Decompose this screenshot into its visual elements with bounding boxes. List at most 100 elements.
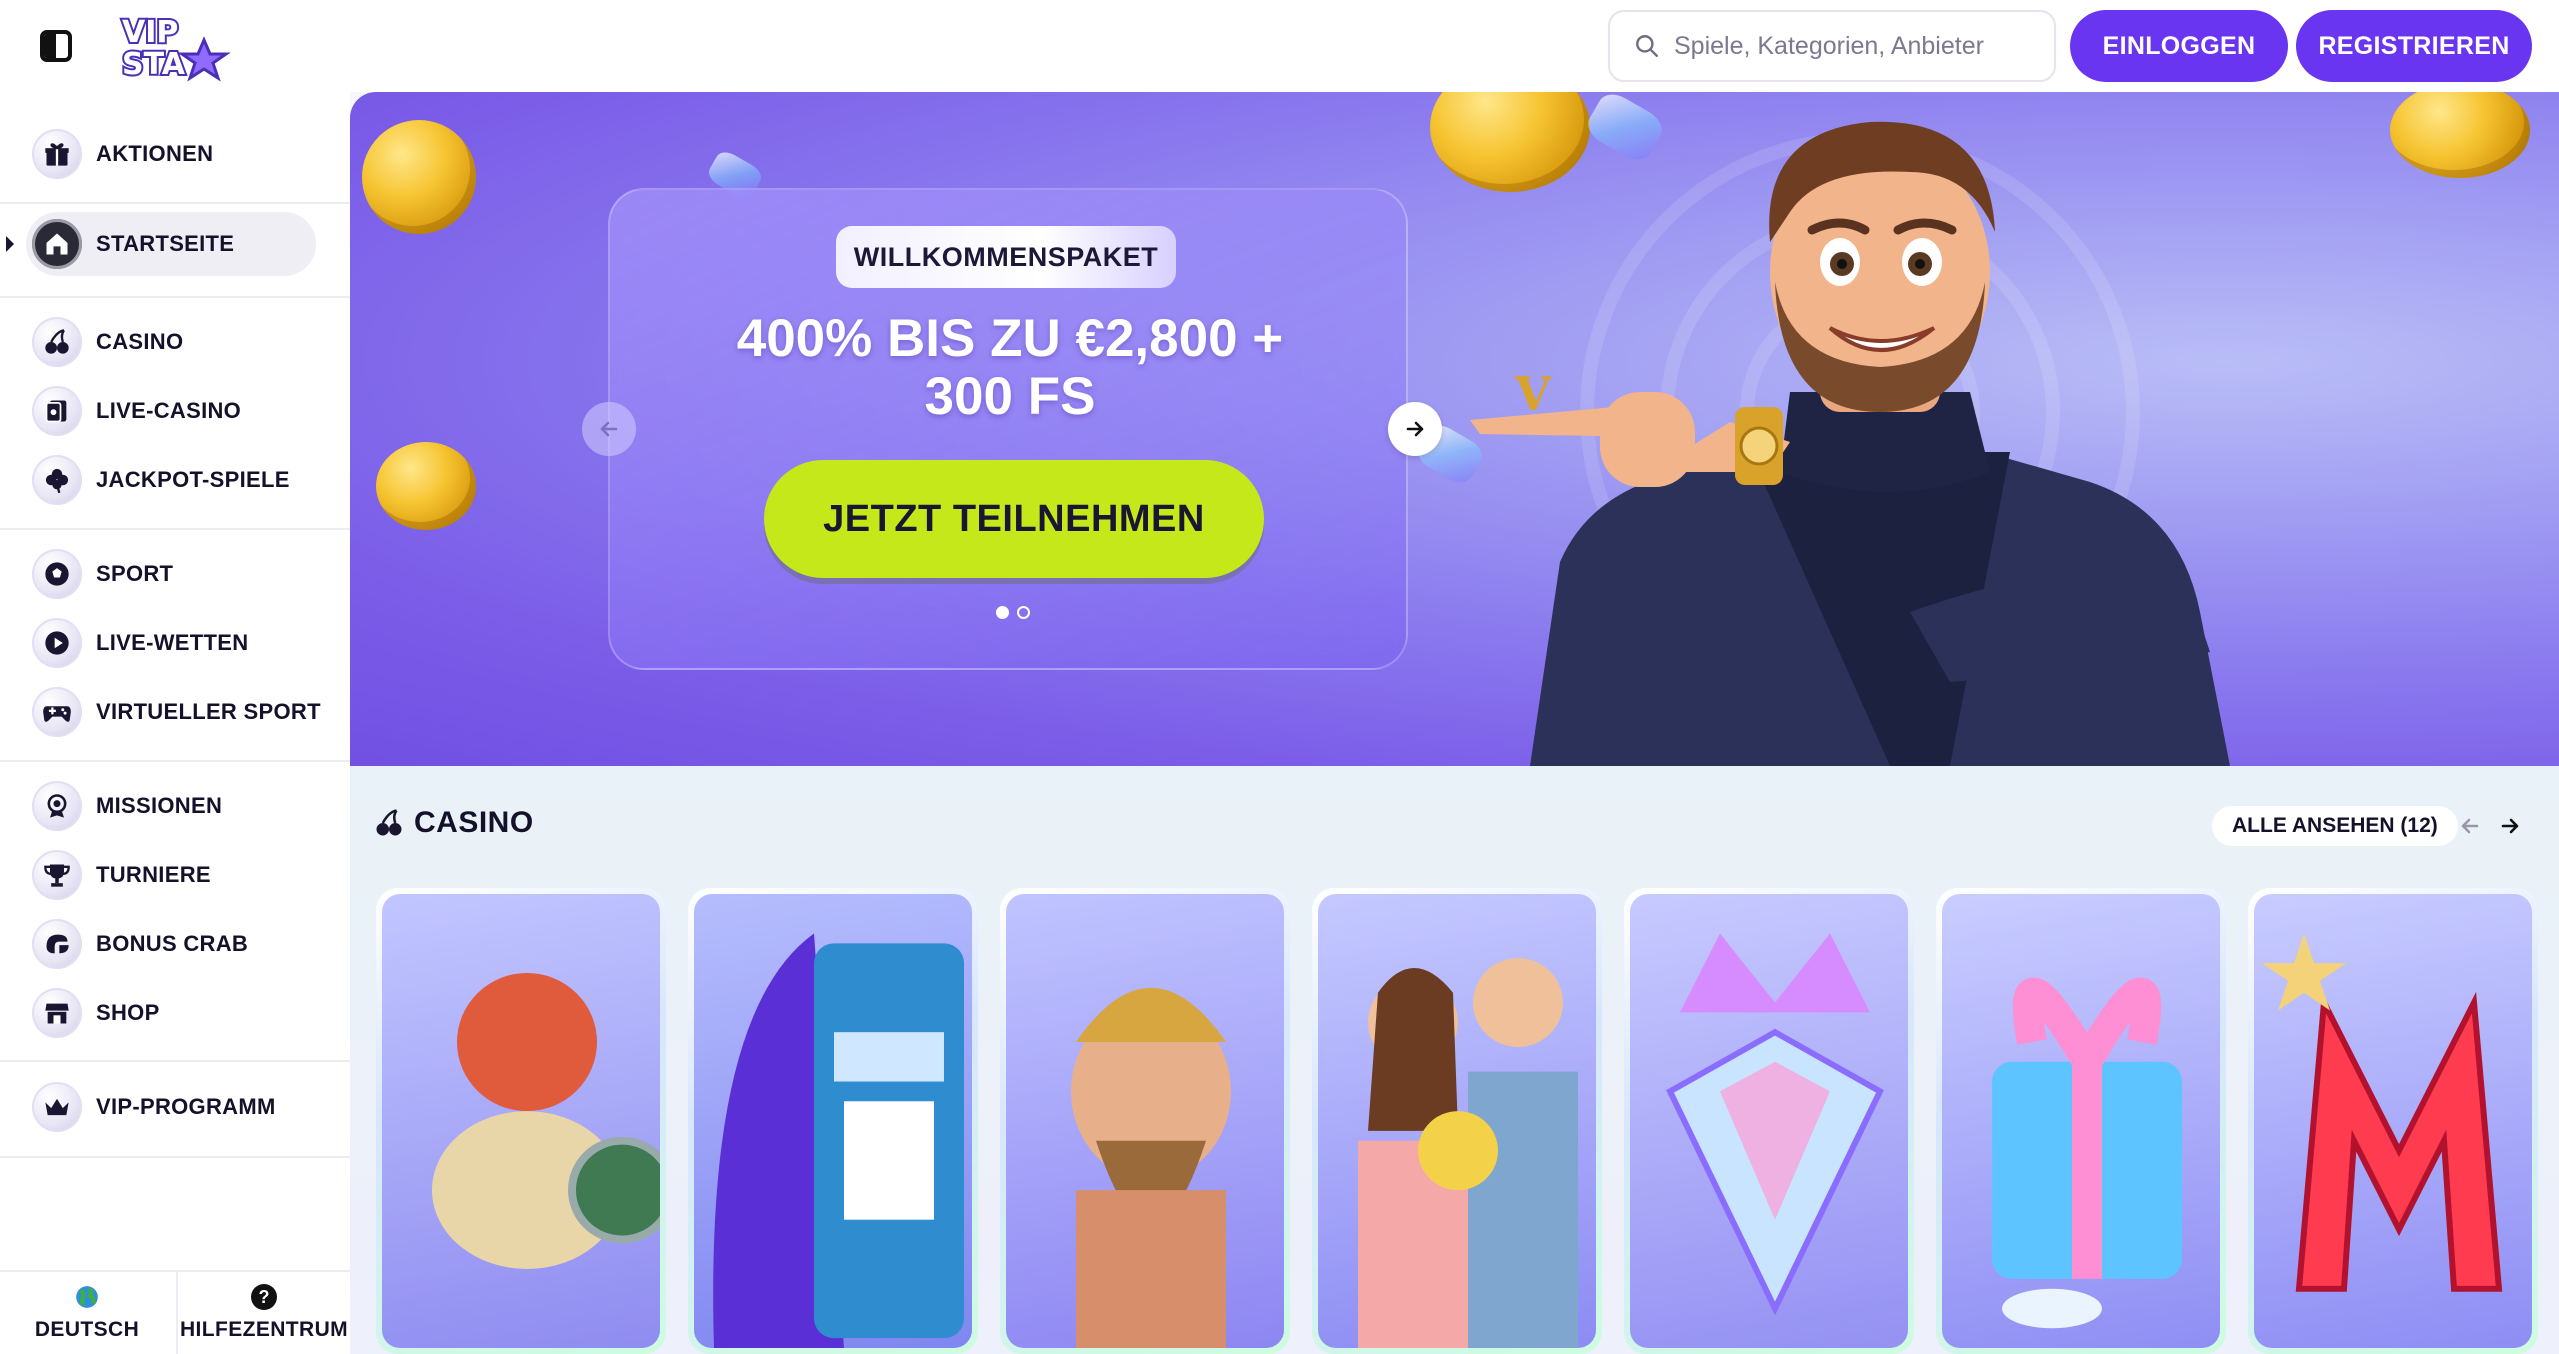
sidebar-item-label: AKTIONEN [96,141,214,166]
language-label: DEUTSCH [34,1318,140,1341]
sidebar-item-startseite[interactable]: STARTSEITE [26,212,316,276]
sidebar-item-label: TURNIERE [96,862,211,887]
gamepad-icon [32,687,82,737]
arrow-left-icon [2461,818,2479,834]
cherries-icon [376,809,402,836]
clover-icon [32,455,82,505]
game-thumbnail [1942,894,2220,1348]
carousel-dots [996,606,1030,619]
see-all-button[interactable]: ALLE ANSEHEN (12) [2212,806,2458,846]
sidebar-item-label: JACKPOT-SPIELE [96,467,290,492]
casino-section: CASINO ALLE ANSEHEN (12) [350,766,2559,1354]
sidebar-item-turniere[interactable]: TURNIERE [32,843,322,907]
help-center-link[interactable]: ? HILFEZENTRUM [176,1272,350,1354]
sidebar-item-missionen[interactable]: MISSIONEN [32,774,322,838]
carousel-dot-2[interactable] [1017,606,1030,619]
game-thumbnail [694,894,972,1348]
join-now-button[interactable]: JETZT TEILNEHMEN [764,460,1264,578]
sidebar-item-jackpot-spiele[interactable]: JACKPOT-SPIELE [32,448,322,512]
carousel-prev-button[interactable] [582,402,636,456]
viking-game-tile[interactable] [376,888,666,1354]
sidebar-item-label: LIVE-CASINO [96,398,242,423]
game-thumbnail [2254,894,2532,1348]
svg-text:STA: STA [122,47,186,82]
sidebar-item-casino[interactable]: CASINO [32,310,322,374]
sidebar-item-label: STARTSEITE [96,231,235,256]
game-thumbnail [1318,894,1596,1348]
sidebar-divider [0,760,350,762]
promo-card: WILLKOMMENSPAKET 400% BIS ZU €2,800 + 30… [608,188,1408,670]
sidebar: AKTIONEN STARTSEITE CASINO LIVE-CASINO J… [0,92,350,1354]
sidebar-item-virtueller-sport[interactable]: VIRTUELLER SPORT [32,680,322,744]
sidebar-item-label: LIVE-WETTEN [96,630,249,655]
sidebar-item-vip-programm[interactable]: VIP-PROGRAMM [32,1075,322,1139]
register-button[interactable]: REGISTRIEREN [2296,10,2532,82]
promo-headline: 400% BIS ZU €2,800 + 300 FS [650,310,1370,426]
sidebar-divider [0,1060,350,1062]
vipstar-logo[interactable]: VIP STA [116,10,232,84]
sidebar-divider [0,202,350,204]
arrow-right-icon [2501,818,2519,834]
arrow-right-icon [1406,421,1424,437]
casino-next-button[interactable] [2492,808,2528,844]
sidebar-item-live-casino[interactable]: LIVE-CASINO [32,379,322,443]
svg-text:VIP: VIP [122,15,178,50]
sidebar-item-live-wetten[interactable]: LIVE-WETTEN [32,611,322,675]
sidebar-divider [0,528,350,530]
zeus-game-tile[interactable] [1000,888,1290,1354]
sidebar-toggle-icon[interactable] [40,30,72,62]
sidebar-item-label: SHOP [96,1000,160,1025]
sidebar-item-label: VIP-PROGRAMM [96,1094,276,1119]
search-input[interactable] [1674,31,2034,61]
search-box[interactable] [1608,10,2056,82]
sidebar-item-label: CASINO [96,329,184,354]
sidebar-divider [0,1156,350,1158]
help-center-label: HILFEZENTRUM [179,1318,349,1341]
svg-text:V: V [1514,367,1552,421]
game-thumbnail [1006,894,1284,1348]
sidebar-footer: DEUTSCH ? HILFEZENTRUM [0,1270,350,1354]
active-indicator [6,236,14,252]
promo-badge: WILLKOMMENSPAKET [836,226,1176,288]
carousel-next-button[interactable] [1388,402,1442,456]
sidebar-item-label: BONUS CRAB [96,931,249,956]
sidebar-item-bonus-crab[interactable]: BONUS CRAB [32,912,322,976]
globe-icon [76,1286,98,1308]
casino-prev-button[interactable] [2452,808,2488,844]
couple-flowers-game-tile[interactable] [1312,888,1602,1354]
sidebar-item-shop[interactable]: SHOP [32,981,322,1045]
play-icon [32,618,82,668]
crab-claw-icon [32,919,82,969]
sidebar-item-aktionen[interactable]: AKTIONEN [32,122,322,186]
crown-icon [32,1082,82,1132]
promo-headline-line1: 400% BIS ZU €2,800 + [736,309,1284,368]
language-selector[interactable]: DEUTSCH [0,1272,174,1354]
slot-machine-game-tile[interactable] [688,888,978,1354]
soccer-ball-icon [32,549,82,599]
shop-icon [32,988,82,1038]
login-button[interactable]: EINLOGGEN [2070,10,2288,82]
gift-box-game-tile[interactable] [1936,888,2226,1354]
diamond-crown-game-tile[interactable] [1624,888,1914,1354]
sidebar-item-label: SPORT [96,561,174,586]
search-icon [1636,35,1658,57]
carousel-dot-1[interactable] [996,606,1009,619]
game-thumbnail [1630,894,1908,1348]
sidebar-divider [0,296,350,298]
trophy-icon [32,850,82,900]
question-mark-icon: ? [251,1284,277,1310]
sidebar-item-label: VIRTUELLER SPORT [96,699,321,724]
mascot-illustration: V [1470,121,2230,766]
gold-coin-decoration [362,120,476,234]
arrow-left-icon [600,421,618,437]
cards-icon [32,386,82,436]
sidebar-item-label: MISSIONEN [96,793,223,818]
home-icon [32,219,82,269]
gift-icon [32,129,82,179]
promo-headline-line2: 300 FS [924,367,1096,426]
hero-banner[interactable]: V WILLKOMMENSPAKET 400% BIS ZU €2,800 + … [350,92,2559,766]
letter-m-game-tile[interactable] [2248,888,2538,1354]
cherries-icon [32,317,82,367]
target-icon [32,781,82,831]
sidebar-item-sport[interactable]: SPORT [32,542,322,606]
